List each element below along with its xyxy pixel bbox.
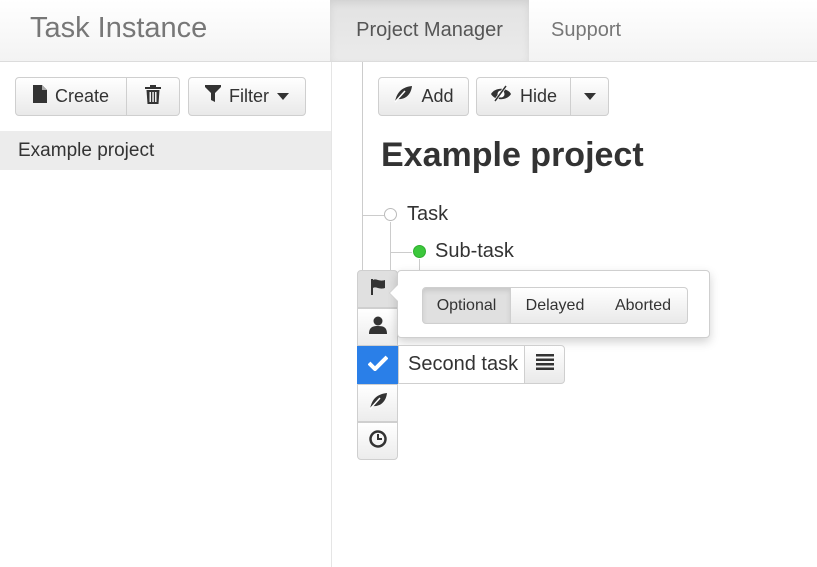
tab-support[interactable]: Support (551, 0, 621, 61)
complete-tool-button[interactable] (357, 346, 398, 384)
subtask-status-dot[interactable] (413, 245, 426, 258)
assign-tool-button[interactable] (357, 308, 398, 346)
trash-icon (145, 84, 161, 109)
leaf-icon (368, 392, 388, 415)
task-menu-button[interactable] (524, 345, 565, 384)
user-icon (368, 316, 387, 339)
create-button-label: Create (54, 86, 110, 106)
create-button[interactable]: Create (15, 77, 127, 116)
file-icon (32, 85, 47, 108)
status-optional-button[interactable]: Optional (422, 287, 511, 324)
second-task-input[interactable]: Second task (398, 345, 525, 384)
tree-connector (362, 215, 384, 216)
list-icon (535, 354, 554, 375)
popover-arrow (389, 284, 398, 302)
clock-tool-button[interactable] (357, 422, 398, 460)
subtask-label[interactable]: Sub-task (435, 240, 514, 263)
hide-button[interactable]: Hide (476, 77, 571, 116)
hide-dropdown-toggle[interactable] (571, 77, 609, 116)
eye-slash-icon (490, 85, 512, 108)
add-button[interactable]: Add (378, 77, 469, 116)
page-title: Example project (381, 136, 644, 174)
project-list-item[interactable]: Example project (0, 131, 331, 170)
filter-button[interactable]: Filter (188, 77, 306, 116)
chevron-down-icon (583, 93, 596, 100)
flag-icon (370, 278, 386, 300)
task-status-dot[interactable] (384, 208, 397, 221)
navbar: Task Instance Project Manager Support (0, 0, 817, 62)
check-icon (367, 355, 388, 376)
task-label[interactable]: Task (407, 203, 448, 226)
sidebar: Create Filter Example project (0, 62, 332, 567)
status-popover: Optional Delayed Aborted (389, 270, 710, 338)
leaf-tool-button[interactable] (357, 384, 398, 422)
main-panel: Add Hide Example project Task Sub-task O… (333, 62, 817, 567)
hide-button-label: Hide (519, 86, 558, 106)
add-button-label: Add (421, 86, 454, 106)
leaf-icon (393, 85, 413, 108)
filter-button-label: Filter (229, 86, 269, 106)
tab-project-manager[interactable]: Project Manager (330, 0, 529, 61)
chevron-down-icon (277, 93, 289, 100)
delete-button[interactable] (127, 77, 180, 116)
tree-line (362, 62, 363, 270)
status-delayed-button[interactable]: Delayed (511, 287, 600, 324)
brand-title[interactable]: Task Instance (30, 12, 207, 45)
clock-icon (368, 429, 387, 453)
status-aborted-button[interactable]: Aborted (599, 287, 688, 324)
filter-icon (205, 85, 221, 108)
tree-line (390, 222, 391, 270)
tree-connector (390, 252, 412, 253)
